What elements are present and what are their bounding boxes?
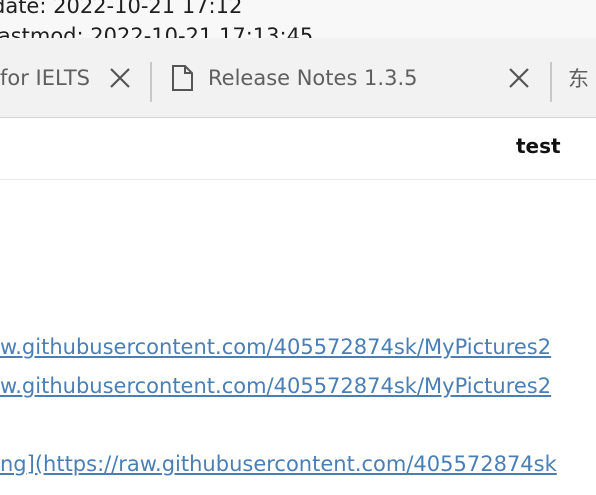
background-document: date: 2022-10-21 17:12 lastmod: 2022-10-… xyxy=(0,0,596,40)
editor-title-bar: test xyxy=(0,118,596,180)
image-link[interactable]: ng](https://raw.githubusercontent.com/40… xyxy=(0,452,557,476)
tab-label: for IELTS xyxy=(0,65,90,90)
image-link[interactable]: w.githubusercontent.com/405572874sk/MyPi… xyxy=(0,335,551,359)
close-icon[interactable] xyxy=(108,66,132,90)
tab-bar: for IELTS Release Notes 1.3.5 东 xyxy=(0,38,596,118)
tab-release-notes[interactable]: Release Notes 1.3.5 xyxy=(170,38,418,117)
close-icon[interactable] xyxy=(507,66,531,90)
image-link[interactable]: w.githubusercontent.com/405572874sk/MyPi… xyxy=(0,374,551,398)
tab-label: Release Notes 1.3.5 xyxy=(208,65,418,90)
document-title: test xyxy=(516,134,561,158)
tab-partial[interactable]: 东 xyxy=(568,38,589,117)
tab-divider xyxy=(550,62,552,102)
doc-date-line: date: 2022-10-21 17:12 xyxy=(0,0,243,18)
tab-label: 东 xyxy=(568,66,589,91)
tab-divider xyxy=(150,62,152,102)
document-icon xyxy=(170,64,194,92)
tab-ielts[interactable]: for IELTS xyxy=(0,38,90,117)
